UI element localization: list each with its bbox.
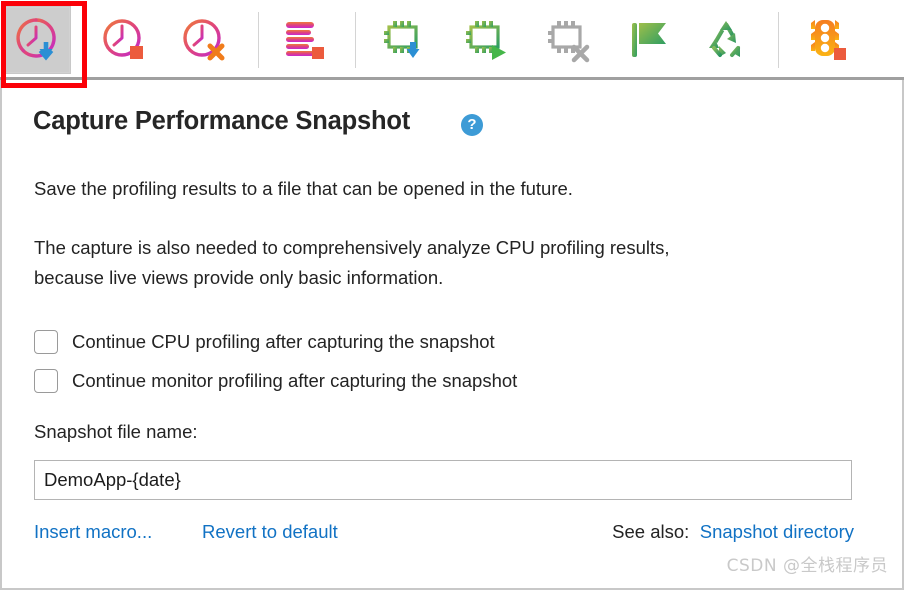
checkbox-continue-monitor-profiling[interactable] xyxy=(34,369,58,393)
toolbar-button-stop-collecting-data[interactable] xyxy=(792,6,860,74)
description-paragraph-2: The capture is also needed to comprehens… xyxy=(34,237,670,288)
toolbar-button-add-bookmark[interactable] xyxy=(614,6,682,74)
capture-performance-snapshot-window: Capture Performance Snapshot ? Save the … xyxy=(0,0,904,590)
snapshot-directory-link[interactable]: Snapshot directory xyxy=(700,521,854,542)
recycle-icon xyxy=(702,16,750,64)
checkbox-row-continue-cpu-profiling[interactable]: Continue CPU profiling after capturing t… xyxy=(34,330,495,354)
links-row: Insert macro... Revert to default See al… xyxy=(34,521,854,547)
clock-cancel-icon xyxy=(180,16,228,64)
toolbar-button-force-gc[interactable] xyxy=(692,6,760,74)
checkbox-row-continue-monitor-profiling[interactable]: Continue monitor profiling after capturi… xyxy=(34,369,517,393)
toolbar-separator xyxy=(778,12,779,68)
checkbox-label-continue-monitor-profiling: Continue monitor profiling after capturi… xyxy=(72,370,518,391)
chip-play-icon xyxy=(462,16,510,64)
chip-cancel-icon xyxy=(544,16,592,64)
stack-stop-icon xyxy=(280,16,328,64)
toolbar-separator xyxy=(258,12,259,68)
traffic-light-stop-icon xyxy=(802,16,850,64)
checkbox-label-continue-cpu-profiling: Continue CPU profiling after capturing t… xyxy=(72,331,495,352)
revert-to-default-link[interactable]: Revert to default xyxy=(202,521,338,543)
flag-icon xyxy=(624,16,672,64)
toolbar-button-save-memory-snapshot[interactable] xyxy=(370,6,438,74)
see-also-group: See also: Snapshot directory xyxy=(612,521,854,543)
help-icon[interactable]: ? xyxy=(461,114,483,136)
toolbar-button-cancel-profiling[interactable] xyxy=(170,6,238,74)
clock-download-icon xyxy=(13,16,61,64)
toolbar-separator xyxy=(355,12,356,68)
toolbar-button-stop-memory-profiling[interactable] xyxy=(270,6,338,74)
checkbox-continue-cpu-profiling[interactable] xyxy=(34,330,58,354)
watermark: CSDN @全栈程序员 xyxy=(726,556,888,576)
clock-stop-icon xyxy=(100,16,148,64)
snapshot-file-name-input[interactable] xyxy=(34,460,852,500)
toolbar-button-capture-and-stop-profiling[interactable] xyxy=(90,6,158,74)
insert-macro-link[interactable]: Insert macro... xyxy=(34,521,152,543)
profiler-toolbar xyxy=(0,0,904,88)
toolbar-button-detach-memory-profiling[interactable] xyxy=(534,6,602,74)
description-paragraph-1: Save the profiling results to a file tha… xyxy=(34,178,573,199)
toolbar-button-start-memory-profiling[interactable] xyxy=(452,6,520,74)
chip-download-icon xyxy=(380,16,428,64)
see-also-label: See also: xyxy=(612,521,690,542)
settings-panel: Capture Performance Snapshot ? Save the … xyxy=(0,80,904,590)
toolbar-button-capture-performance-snapshot[interactable] xyxy=(3,6,71,74)
snapshot-file-name-label: Snapshot file name: xyxy=(34,421,198,442)
page-title: Capture Performance Snapshot xyxy=(33,107,410,135)
